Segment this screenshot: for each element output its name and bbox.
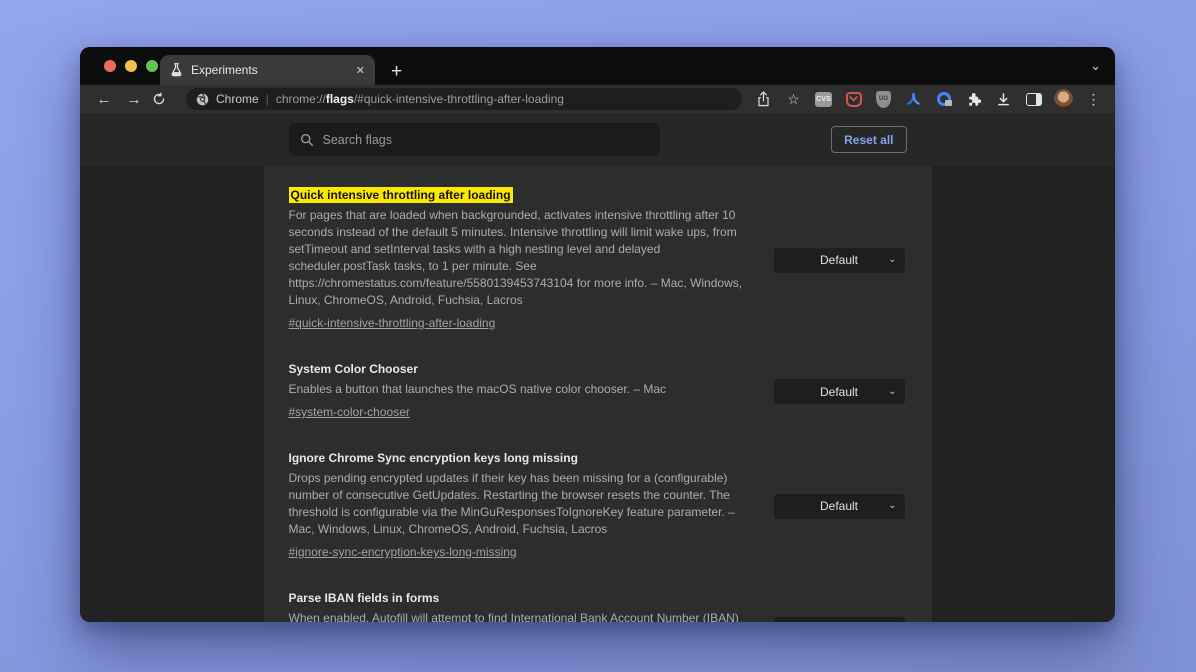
flag-entry: System Color Chooser Enables a button th… bbox=[289, 362, 905, 421]
browser-window: Experiments ✕ + ⌄ ← → Chrome | chrome://… bbox=[80, 47, 1115, 622]
flag-title: Quick intensive throttling after loading bbox=[289, 188, 761, 202]
flags-content: Quick intensive throttling after loading… bbox=[80, 166, 1115, 622]
toolbar: ← → Chrome | chrome://flags/#quick-inten… bbox=[80, 85, 1115, 113]
tab-close-icon[interactable]: ✕ bbox=[356, 64, 365, 77]
toolbar-actions: ☆ CVS UO ⋮ bbox=[754, 90, 1103, 109]
extension-cvs-icon[interactable]: CVS bbox=[814, 90, 833, 109]
flag-value-dropdown[interactable]: Default ⌄ bbox=[774, 494, 905, 519]
flag-value-dropdown[interactable]: Default ⌄ bbox=[774, 379, 905, 404]
tab-strip: Experiments ✕ + ⌄ bbox=[80, 47, 1115, 85]
flags-search-band: Reset all bbox=[80, 113, 1115, 166]
extension-ribbon-icon[interactable] bbox=[904, 90, 923, 109]
profile-avatar[interactable] bbox=[1054, 90, 1073, 109]
flags-list: Quick intensive throttling after loading… bbox=[264, 166, 932, 622]
search-icon bbox=[300, 133, 314, 147]
bookmark-star-icon[interactable]: ☆ bbox=[784, 90, 803, 109]
flask-icon bbox=[170, 63, 183, 77]
flag-description: For pages that are loaded when backgroun… bbox=[289, 207, 761, 309]
minimize-window-button[interactable] bbox=[125, 60, 137, 72]
side-panel-icon[interactable] bbox=[1024, 90, 1043, 109]
address-bar[interactable]: Chrome | chrome://flags/#quick-intensive… bbox=[186, 88, 742, 110]
extension-pocket-icon[interactable] bbox=[844, 90, 863, 109]
tab-experiments[interactable]: Experiments ✕ bbox=[160, 55, 375, 85]
flag-title: System Color Chooser bbox=[289, 362, 761, 376]
flag-entry: Parse IBAN fields in forms When enabled,… bbox=[289, 591, 905, 622]
flag-permalink[interactable]: #system-color-chooser bbox=[289, 405, 410, 419]
flag-description: Drops pending encrypted updates if their… bbox=[289, 470, 761, 538]
new-tab-button[interactable]: + bbox=[391, 62, 402, 81]
flag-title: Ignore Chrome Sync encryption keys long … bbox=[289, 451, 761, 465]
site-chip-label: Chrome bbox=[216, 92, 259, 106]
flag-description: When enabled, Autofill will attempt to f… bbox=[289, 610, 761, 622]
tab-title: Experiments bbox=[191, 63, 348, 77]
flags-page: Reset all Quick intensive throttling aft… bbox=[80, 113, 1115, 622]
extension-shield-icon[interactable]: UO bbox=[874, 90, 893, 109]
flag-value-dropdown[interactable]: Default ⌄ bbox=[774, 248, 905, 273]
share-icon[interactable] bbox=[754, 90, 773, 109]
zoom-window-button[interactable] bbox=[146, 60, 158, 72]
reset-all-button[interactable]: Reset all bbox=[831, 126, 906, 153]
tab-search-chevron-icon[interactable]: ⌄ bbox=[1090, 58, 1101, 74]
search-flags-input[interactable] bbox=[323, 133, 649, 147]
forward-button[interactable]: → bbox=[122, 92, 146, 107]
flag-permalink[interactable]: #quick-intensive-throttling-after-loadin… bbox=[289, 316, 496, 330]
flag-description: Enables a button that launches the macOS… bbox=[289, 381, 761, 398]
extension-timer-icon[interactable] bbox=[934, 90, 953, 109]
downloads-icon[interactable] bbox=[994, 90, 1013, 109]
reload-button[interactable] bbox=[152, 92, 176, 106]
traffic-lights bbox=[104, 60, 158, 72]
flag-title: Parse IBAN fields in forms bbox=[289, 591, 761, 605]
flag-entry: Ignore Chrome Sync encryption keys long … bbox=[289, 451, 905, 561]
flag-value-label: Default bbox=[820, 253, 858, 267]
flag-value-dropdown[interactable]: Default ⌄ bbox=[774, 617, 905, 623]
chrome-logo-icon bbox=[196, 93, 209, 106]
back-button[interactable]: ← bbox=[92, 92, 116, 107]
flag-permalink[interactable]: #ignore-sync-encryption-keys-long-missin… bbox=[289, 545, 517, 559]
flag-value-label: Default bbox=[820, 499, 858, 513]
search-flags-box[interactable] bbox=[289, 123, 660, 156]
chevron-down-icon: ⌄ bbox=[888, 501, 896, 511]
flag-value-label: Default bbox=[820, 385, 858, 399]
flag-title-highlight: Quick intensive throttling after loading bbox=[289, 187, 513, 203]
omnibox-separator: | bbox=[266, 92, 269, 106]
flag-entry: Quick intensive throttling after loading… bbox=[289, 188, 905, 332]
extensions-puzzle-icon[interactable] bbox=[964, 90, 983, 109]
chevron-down-icon: ⌄ bbox=[888, 255, 896, 265]
url-text: chrome://flags/#quick-intensive-throttli… bbox=[276, 92, 564, 106]
url-flags-bold: flags bbox=[326, 92, 354, 106]
browser-menu-icon[interactable]: ⋮ bbox=[1084, 90, 1103, 109]
close-window-button[interactable] bbox=[104, 60, 116, 72]
chevron-down-icon: ⌄ bbox=[888, 387, 896, 397]
